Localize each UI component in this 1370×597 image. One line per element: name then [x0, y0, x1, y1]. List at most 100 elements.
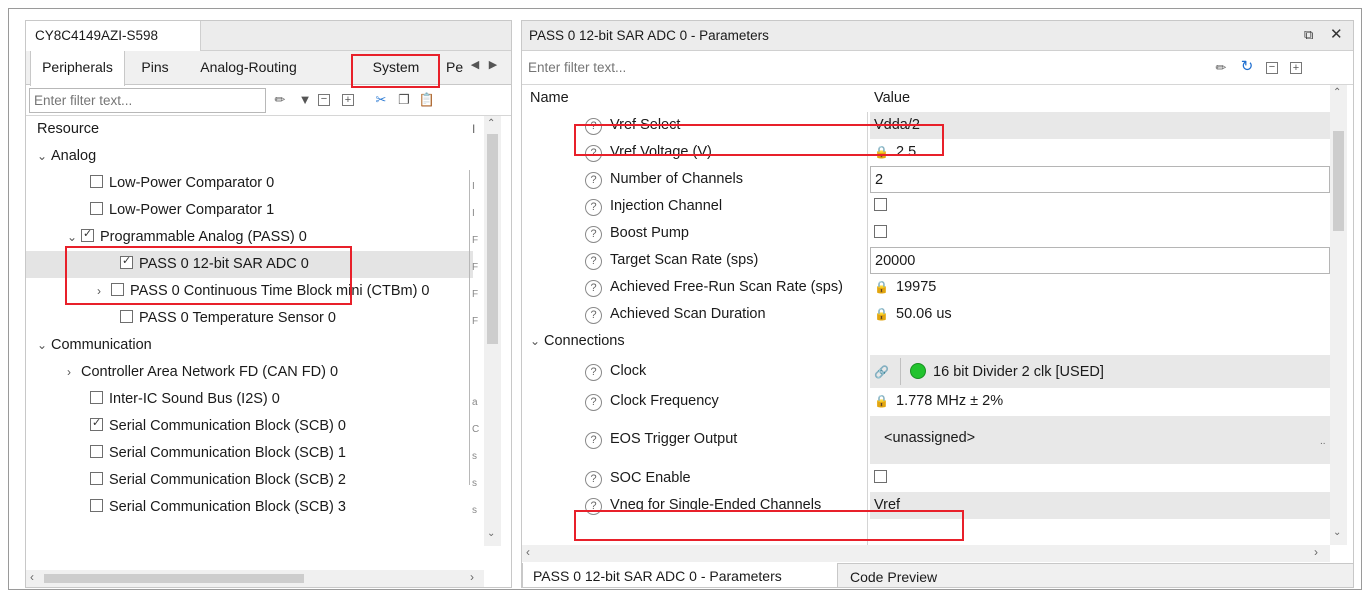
help-icon[interactable]: ?	[585, 364, 602, 381]
checkbox[interactable]	[90, 175, 103, 188]
param-value-eos-trigger[interactable]: <unassigned> ..	[870, 416, 1330, 464]
device-title-tab[interactable]: CY8C4149AZI-S598	[26, 21, 201, 51]
chevron-right-icon[interactable]: ›	[67, 365, 81, 379]
tab-pins[interactable]: Pins	[130, 51, 180, 85]
help-icon[interactable]: ?	[585, 118, 602, 135]
checkbox-checked[interactable]	[81, 227, 94, 242]
filter-icon[interactable]: ▼	[296, 91, 314, 109]
scrollbar-thumb[interactable]	[44, 574, 304, 583]
help-icon[interactable]: ?	[585, 394, 602, 411]
tab-parameters[interactable]: PASS 0 12-bit SAR ADC 0 - Parameters	[522, 563, 838, 587]
tree-group-can-fd-0[interactable]: › Controller Area Network FD (CAN FD) 0	[26, 359, 473, 386]
tree-item-scb-0[interactable]: Serial Communication Block (SCB) 0	[26, 413, 473, 440]
tab-peripherals[interactable]: Peripherals	[30, 51, 125, 86]
injection-channel-checkbox[interactable]	[874, 198, 887, 211]
parameters-filter-input[interactable]	[524, 55, 1204, 80]
copy-icon[interactable]: ❐	[395, 91, 413, 109]
chevron-down-icon[interactable]: ⌄	[37, 149, 51, 163]
tab-code-preview[interactable]: Code Preview	[840, 564, 947, 587]
tab-pe-truncated[interactable]: Pe	[446, 51, 468, 85]
cut-icon[interactable]: ✂	[372, 91, 390, 109]
tree-item-temp-sensor-0[interactable]: PASS 0 Temperature Sensor 0	[26, 305, 473, 332]
eraser-icon[interactable]: ✏	[271, 91, 289, 109]
collapse-all-icon[interactable]: −	[1266, 62, 1278, 74]
checkbox[interactable]	[90, 499, 103, 512]
param-row-scan-duration[interactable]: ? Achieved Scan Duration 🔒 50.06 us	[522, 301, 1330, 328]
scroll-down-icon[interactable]: ⌄	[487, 528, 495, 539]
boost-pump-checkbox[interactable]	[874, 225, 887, 238]
expand-all-icon[interactable]: +	[342, 94, 354, 106]
tree-item-scb-1[interactable]: Serial Communication Block (SCB) 1	[26, 440, 473, 467]
tree-vertical-scrollbar[interactable]: ⌃ ⌄	[484, 116, 501, 546]
scroll-up-icon[interactable]: ⌃	[1333, 87, 1341, 98]
tree-item-lp-comparator-0[interactable]: Low-Power Comparator 0	[26, 170, 473, 197]
param-row-injection-channel[interactable]: ? Injection Channel	[522, 193, 1330, 220]
tree-item-scb-2[interactable]: Serial Communication Block (SCB) 2	[26, 467, 473, 494]
tree-item-lp-comparator-1[interactable]: Low-Power Comparator 1	[26, 197, 473, 224]
checkbox[interactable]	[120, 310, 133, 323]
tab-system[interactable]: System	[356, 51, 436, 85]
param-row-boost-pump[interactable]: ? Boost Pump	[522, 220, 1330, 247]
chevron-down-icon[interactable]: ⌄	[67, 230, 81, 244]
group-row-connections[interactable]: ⌄ Connections	[522, 328, 1330, 355]
refresh-icon[interactable]: ↻	[1238, 58, 1256, 76]
resource-filter-input[interactable]	[29, 88, 266, 113]
chevron-down-icon[interactable]: ⌄	[530, 334, 544, 348]
help-icon[interactable]: ?	[585, 199, 602, 216]
tree-horizontal-scrollbar[interactable]: ‹ ›	[26, 570, 484, 587]
scroll-right-icon[interactable]: ›	[470, 570, 474, 584]
params-vertical-scrollbar[interactable]: ⌃ ⌄	[1330, 85, 1347, 545]
param-value-number-of-channels[interactable]: 2	[870, 166, 1330, 193]
param-row-clock-frequency[interactable]: ? Clock Frequency 🔒 1.778 MHz ± 2%	[522, 388, 1330, 415]
link-icon[interactable]: 🔗	[874, 365, 889, 379]
scrollbar-thumb[interactable]	[1333, 131, 1344, 231]
tree-item-pass-0[interactable]: ⌄ Programmable Analog (PASS) 0	[26, 224, 473, 251]
scroll-left-icon[interactable]: ‹	[526, 545, 530, 559]
close-icon[interactable]: ✕	[1330, 25, 1343, 43]
checkbox[interactable]	[111, 283, 124, 296]
param-row-number-of-channels[interactable]: ? Number of Channels 2	[522, 166, 1330, 193]
scroll-up-icon[interactable]: ⌃	[487, 118, 495, 129]
collapse-all-icon[interactable]: −	[318, 94, 330, 106]
param-row-free-run-scan-rate[interactable]: ? Achieved Free-Run Scan Rate (sps) 🔒 1997…	[522, 274, 1330, 301]
help-icon[interactable]: ?	[585, 498, 602, 515]
param-value-target-scan-rate[interactable]: 20000	[870, 247, 1330, 274]
help-icon[interactable]: ?	[585, 226, 602, 243]
help-icon[interactable]: ?	[585, 432, 602, 449]
tree-item-scb-3[interactable]: Serial Communication Block (SCB) 3	[26, 494, 473, 521]
tree-item-sar-adc-0[interactable]: PASS 0 12-bit SAR ADC 0	[26, 251, 473, 278]
param-row-soc-enable[interactable]: ? SOC Enable	[522, 465, 1330, 492]
help-icon[interactable]: ?	[585, 145, 602, 162]
checkbox[interactable]	[90, 391, 103, 404]
param-row-eos-trigger[interactable]: ? EOS Trigger Output <unassigned> ..	[522, 415, 1330, 465]
help-icon[interactable]: ?	[585, 253, 602, 270]
param-row-vref-select[interactable]: ? Vref Select Vdda/2	[522, 112, 1330, 139]
tree-item-i2s-0[interactable]: Inter-IC Sound Bus (I2S) 0	[26, 386, 473, 413]
arrow-left-icon[interactable]: ◀	[466, 58, 484, 71]
eraser-icon[interactable]: ✏	[1212, 59, 1230, 77]
paste-icon[interactable]: 📋	[418, 91, 436, 109]
params-horizontal-scrollbar[interactable]: ‹ ›	[522, 545, 1330, 562]
checkbox-checked[interactable]	[90, 416, 103, 431]
scroll-left-icon[interactable]: ‹	[30, 570, 34, 584]
expand-all-icon[interactable]: +	[1290, 62, 1302, 74]
arrow-right-icon[interactable]: ▶	[484, 58, 502, 71]
tree-item-ctbm-0[interactable]: › PASS 0 Continuous Time Block mini (CTBm…	[26, 278, 473, 305]
param-value-vref-select[interactable]: Vdda/2	[870, 112, 1330, 139]
more-icon[interactable]: ..	[1320, 436, 1326, 447]
param-value-clock[interactable]: 🔗 16 bit Divider 2 clk [USED]	[870, 355, 1330, 388]
help-icon[interactable]: ?	[585, 471, 602, 488]
soc-enable-checkbox[interactable]	[874, 470, 887, 483]
float-window-icon[interactable]: ⧉	[1304, 27, 1313, 43]
checkbox[interactable]	[90, 202, 103, 215]
param-row-target-scan-rate[interactable]: ? Target Scan Rate (sps) 20000	[522, 247, 1330, 274]
scrollbar-thumb[interactable]	[487, 134, 498, 344]
chevron-down-icon[interactable]: ⌄	[37, 338, 51, 352]
checkbox[interactable]	[90, 472, 103, 485]
help-icon[interactable]: ?	[585, 172, 602, 189]
checkbox[interactable]	[90, 445, 103, 458]
scroll-right-icon[interactable]: ›	[1314, 545, 1318, 559]
param-row-vref-voltage[interactable]: ? Vref Voltage (V) 🔒 2.5	[522, 139, 1330, 166]
tree-group-communication[interactable]: ⌄ Communication	[26, 332, 473, 359]
checkbox-checked[interactable]	[120, 254, 133, 269]
